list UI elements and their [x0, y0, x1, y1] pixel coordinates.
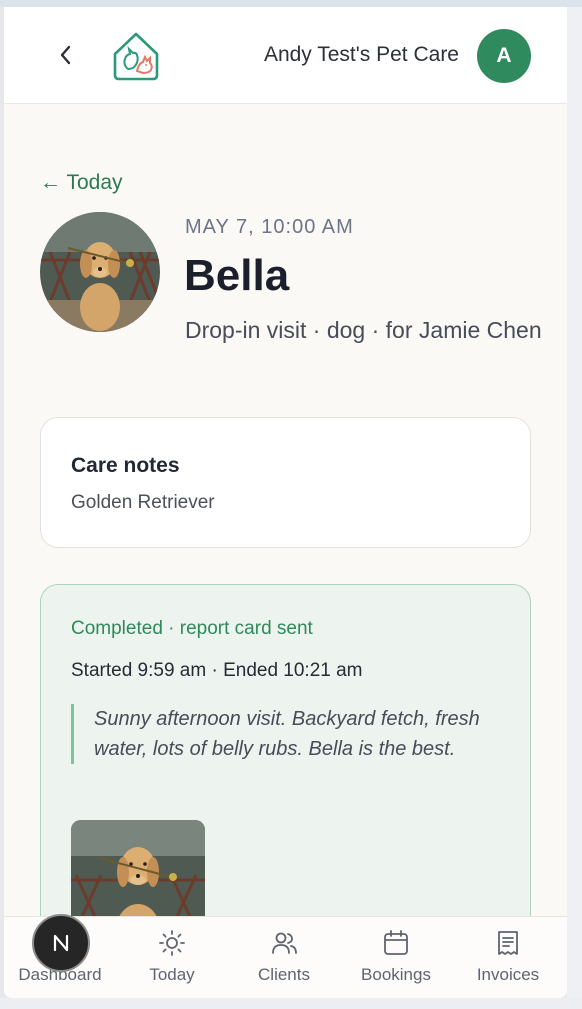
nav-bookings-label: Bookings — [361, 965, 431, 984]
business-name: Andy Test's Pet Care — [263, 43, 459, 66]
back-to-today-link[interactable]: ← Today — [40, 171, 123, 195]
users-icon — [272, 932, 297, 954]
nav-bookings[interactable]: Bookings — [340, 917, 452, 998]
n-logo-icon — [53, 934, 69, 952]
nav-invoices-label: Invoices — [476, 965, 540, 984]
receipt-icon — [498, 931, 518, 955]
dog-photo-image — [40, 212, 160, 332]
pet-name-heading: Bella — [184, 251, 290, 300]
nav-clients-label: Clients — [258, 965, 310, 984]
nav-invoices[interactable]: Invoices — [452, 917, 564, 998]
window-bottom-edge — [0, 998, 582, 1009]
report-note: Sunny afternoon visit. Backyard fetch, f… — [71, 704, 511, 764]
nav-today-label: Today — [149, 965, 195, 984]
app-header: Andy Test's Pet Care A — [4, 7, 567, 104]
pet-photo — [40, 212, 160, 332]
care-notes-body: Golden Retriever — [71, 492, 215, 513]
visit-datetime: MAY 7, 10:00 AM — [185, 216, 354, 238]
care-notes-title: Care notes — [71, 454, 180, 477]
sun-icon — [159, 930, 185, 956]
dev-tools-button[interactable] — [32, 914, 90, 972]
nav-today[interactable]: Today — [116, 917, 228, 998]
window-top-edge — [0, 0, 582, 7]
pet-care-logo-icon[interactable] — [109, 29, 163, 83]
nav-clients[interactable]: Clients — [228, 917, 340, 998]
care-notes-card: Care notes Golden Retriever — [40, 417, 531, 548]
report-status: Completed · report card sent — [71, 618, 313, 639]
app-viewport: Andy Test's Pet Care A ← Today MAY 7, 10… — [4, 7, 567, 998]
bottom-nav: Dashboard Today Clients Bookings Invoice… — [4, 916, 567, 998]
visit-description: Drop-in visit · dog · for Jamie Chen — [185, 317, 542, 343]
report-times: Started 9:59 am · Ended 10:21 am — [71, 660, 363, 681]
user-avatar[interactable]: A — [477, 29, 531, 83]
back-chevron-icon[interactable] — [56, 43, 76, 67]
calendar-icon — [384, 930, 408, 955]
scroll-gutter — [567, 7, 582, 1009]
